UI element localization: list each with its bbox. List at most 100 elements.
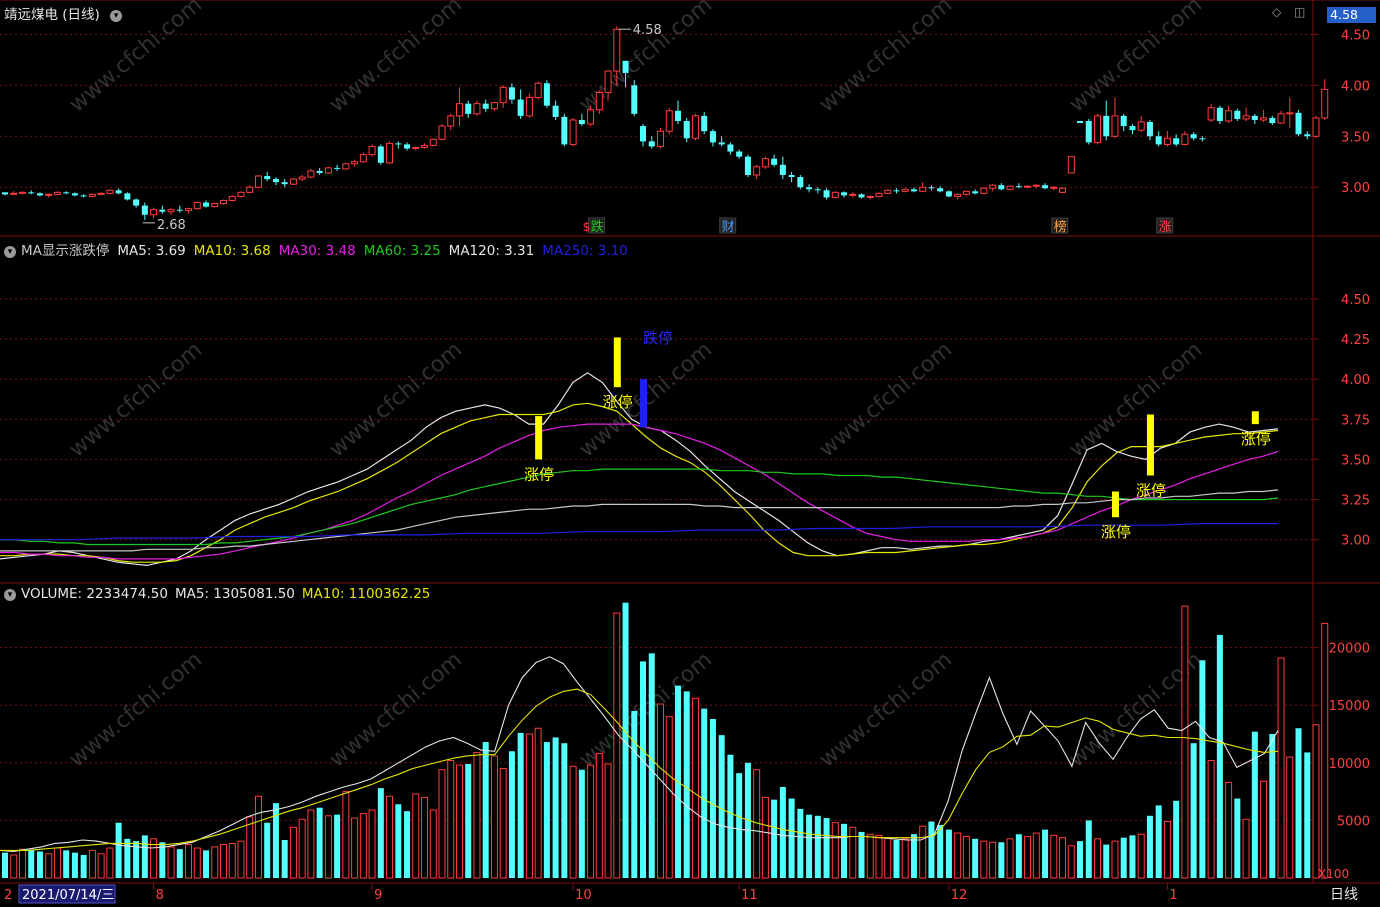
- candle-body: [499, 86, 507, 104]
- candle-body: [88, 193, 96, 197]
- candle-body: [736, 151, 743, 157]
- candle-body: [962, 190, 970, 195]
- price-tick-label: 4.00: [1341, 79, 1370, 94]
- volume-bar: [482, 742, 489, 878]
- candle-body: [10, 192, 18, 195]
- volume-bar: [806, 814, 813, 878]
- volume-bar: [324, 815, 332, 879]
- volume-bar: [1304, 752, 1311, 878]
- candle-body: [1103, 115, 1110, 137]
- candle-body: [203, 202, 210, 207]
- volume-bar: [771, 799, 778, 878]
- volume-bar: [587, 764, 595, 879]
- volume-bar: [1024, 836, 1032, 879]
- volume-bar: [1216, 634, 1223, 878]
- ma-legend-item: MA250: 3.10: [542, 243, 628, 259]
- volume-bar: [10, 854, 18, 879]
- volume-bar: [910, 834, 917, 878]
- volume-bar: [797, 808, 804, 878]
- volume-bar: [499, 768, 507, 879]
- candle-body: [36, 193, 43, 196]
- volume-bar: [727, 754, 734, 878]
- volume-bar: [604, 763, 612, 879]
- stock-chart-stage: 3.00 3.50 4.00 4.50 3.00 3.25 3.50 3.75 4.00 4.25…: [0, 0, 1380, 907]
- limit-up-bar: [1111, 491, 1119, 518]
- period-button[interactable]: 日线: [1330, 887, 1358, 903]
- volume-tick-label: 15000: [1329, 699, 1370, 714]
- ma-panel-title: MA显示涨跌停: [21, 243, 110, 259]
- candle-body: [910, 189, 917, 192]
- candle-body: [945, 191, 952, 197]
- volume-bar: [490, 755, 498, 879]
- volume-bar: [45, 853, 53, 879]
- month-label: 9: [374, 888, 382, 903]
- ma-legend-item: MA30: 3.48: [278, 243, 356, 259]
- candle-body: [1269, 117, 1276, 124]
- volume-bar: [736, 773, 743, 878]
- chart-canvas[interactable]: 3.00 3.50 4.00 4.50 3.00 3.25 3.50 3.75 4.00 4.25…: [0, 0, 1380, 907]
- ma-indicator-menu-icon[interactable]: ▾: [4, 246, 16, 258]
- candle-body: [814, 189, 821, 191]
- volume-bar: [334, 814, 341, 878]
- volume-bar: [1242, 818, 1250, 879]
- month-label: 12: [951, 888, 968, 903]
- candle-body: [18, 191, 26, 194]
- volume-bar: [1269, 734, 1276, 878]
- limit-up-label: 涨停: [603, 393, 633, 411]
- candle-body: [141, 205, 148, 215]
- candle-body: [1042, 185, 1049, 189]
- volume-series: [2, 602, 1329, 879]
- volume-bar: [884, 837, 892, 879]
- volume-bar: [377, 788, 384, 878]
- candle-body: [220, 199, 227, 205]
- candle-body: [753, 166, 761, 176]
- volume-bar: [561, 743, 568, 878]
- candle-body: [1251, 115, 1258, 120]
- candle-body: [185, 208, 193, 212]
- volume-bar: [1155, 805, 1162, 878]
- candle-body: [1032, 184, 1040, 187]
- volume-bar: [552, 737, 559, 878]
- title-dropdown-icon[interactable]: ▾: [110, 10, 123, 22]
- limit-up-bar: [1146, 414, 1154, 476]
- month-label: 10: [575, 888, 592, 903]
- candle-body: [622, 60, 629, 74]
- stock-title: 靖远煤电 (日线): [4, 7, 100, 23]
- volume-bar: [788, 798, 795, 878]
- limit-up-bar: [535, 416, 543, 460]
- volume-bar: [1077, 841, 1084, 878]
- ma-legend-item: MA10: 3.68: [193, 243, 271, 259]
- volume-bar: [595, 753, 603, 879]
- candle-body: [1242, 115, 1250, 120]
- volume-bar: [1120, 837, 1127, 878]
- volume-bar: [1295, 728, 1302, 878]
- volume-bar: [849, 826, 857, 879]
- volume-bar: [543, 742, 550, 878]
- volume-bar: [1006, 838, 1014, 879]
- current-price-label: 4.58: [1327, 7, 1376, 23]
- candle-body: [534, 82, 542, 99]
- candle-body: [334, 167, 341, 169]
- volume-bar: [841, 823, 848, 878]
- volume-tick-label: 10000: [1329, 757, 1370, 772]
- candle-body: [928, 187, 935, 189]
- candle-body: [1216, 107, 1223, 121]
- candle-body: [404, 144, 411, 149]
- volume-legend-item: VOLUME: 2233474.50: [21, 586, 168, 602]
- candle-body: [28, 192, 35, 194]
- window-toggle-icon[interactable]: ◫: [1294, 5, 1305, 19]
- volume-bar: [246, 816, 254, 879]
- volume-bar: [412, 793, 420, 879]
- candle-body: [806, 187, 813, 190]
- ma-legend: ▾ MA显示涨跌停 MA5: 3.69 MA10: 3.68 MA30: 3.48 MA6…: [4, 239, 628, 259]
- ma-legend-item: MA120: 3.31: [448, 243, 535, 259]
- volume-bar: [106, 847, 114, 879]
- candle-body: [980, 187, 988, 194]
- low-price-label: 2.68: [157, 218, 186, 233]
- volume-bar: [1015, 834, 1022, 878]
- volume-bar: [962, 836, 970, 879]
- candle-body: [875, 192, 883, 197]
- diamond-icon[interactable]: ◇: [1272, 5, 1281, 19]
- volume-indicator-menu-icon[interactable]: ▾: [4, 589, 16, 601]
- candle-body: [438, 125, 446, 140]
